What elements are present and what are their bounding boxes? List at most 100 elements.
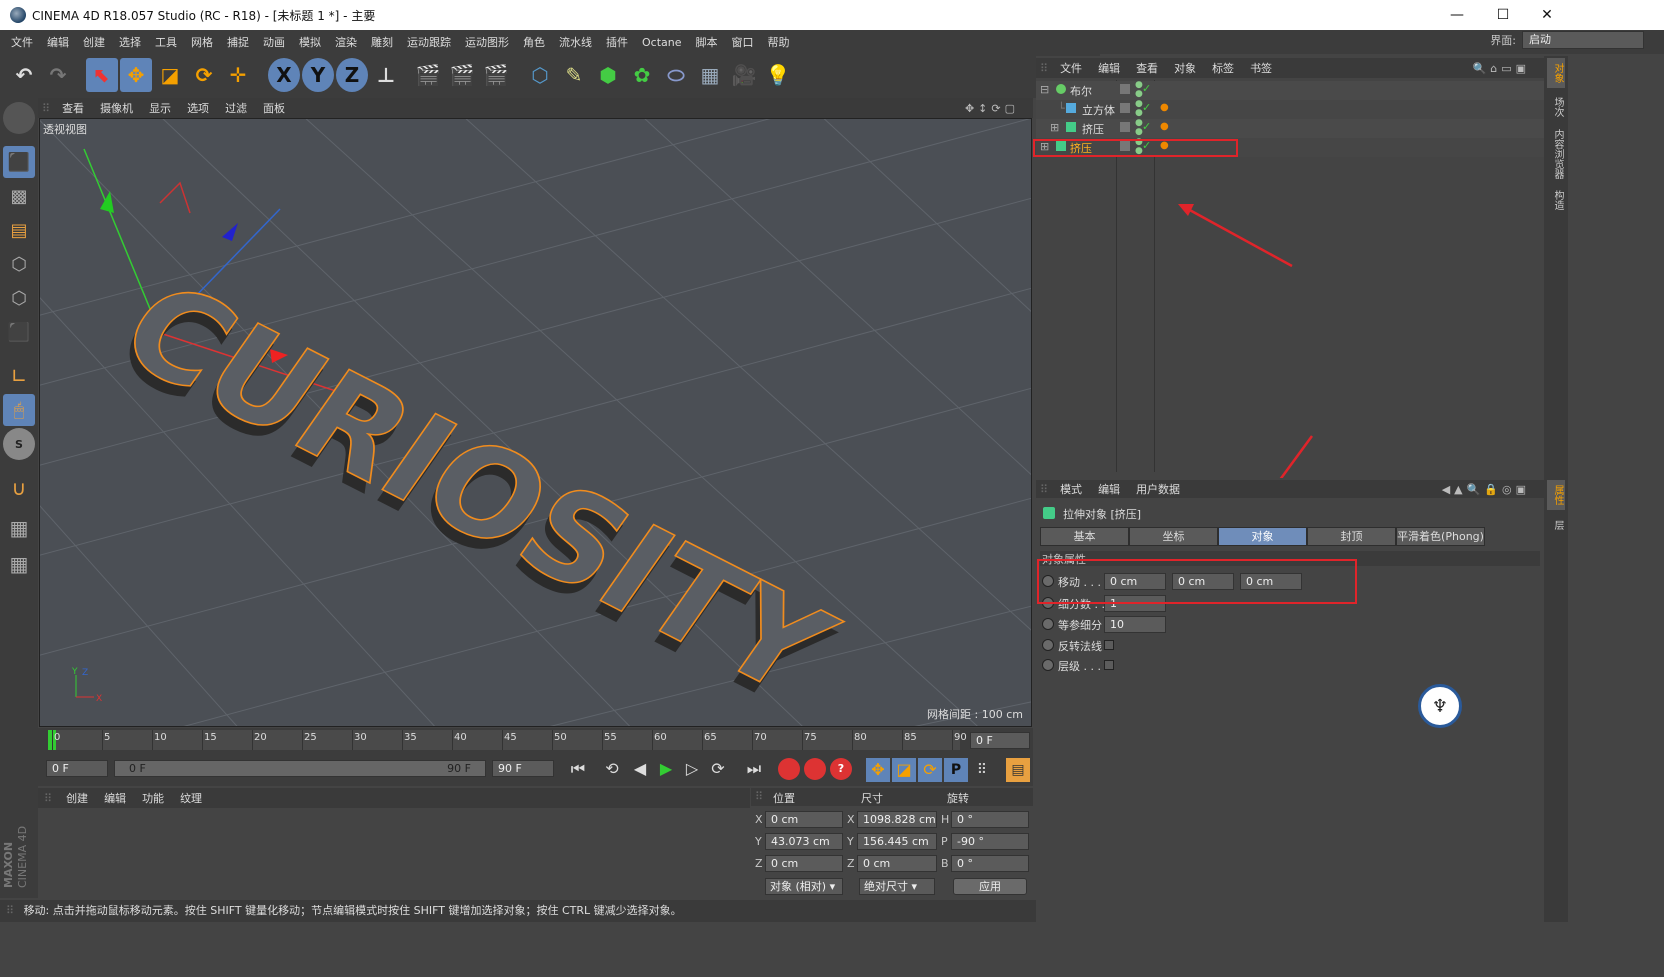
menu-help[interactable]: 帮助 [761, 34, 797, 50]
viewport-navigation-icons[interactable]: ✥↕⟳▢ [957, 102, 1027, 115]
object-name[interactable]: 挤压 [1082, 121, 1104, 137]
play-icon[interactable]: ▶ [652, 756, 680, 782]
drag-handle-icon[interactable]: ⠿ [38, 792, 58, 805]
menu-script[interactable]: 脚本 [689, 34, 725, 50]
object-name[interactable]: 立方体 [1082, 102, 1115, 118]
mat-menu-texture[interactable]: 纹理 [172, 790, 210, 806]
om-menu-edit[interactable]: 编辑 [1090, 60, 1128, 76]
start-frame-field[interactable]: 0 F [46, 760, 108, 777]
menu-animate[interactable]: 动画 [256, 34, 292, 50]
points-mode-icon[interactable]: ⬡ [3, 248, 35, 280]
curiosity-3d-text[interactable]: CURIOSITY CURIOSITY [88, 254, 861, 727]
animate-flip-normals-radio[interactable] [1042, 639, 1054, 651]
axis-mode-icon[interactable]: ∟ [3, 360, 35, 392]
menu-pipeline[interactable]: 流水线 [552, 34, 599, 50]
menu-motion-tracker[interactable]: 运动跟踪 [400, 34, 458, 50]
rotation-h-field[interactable]: 0 ° [951, 811, 1029, 828]
tweak-mode-icon[interactable]: 🖱 [3, 394, 35, 426]
size-y-field[interactable]: 156.445 cm [857, 833, 937, 850]
size-z-field[interactable]: 0 cm [857, 855, 937, 872]
menu-simulate[interactable]: 模拟 [292, 34, 328, 50]
mat-menu-create[interactable]: 创建 [58, 790, 96, 806]
collapse-toggle[interactable]: ⊟ [1040, 83, 1049, 96]
menu-create[interactable]: 创建 [76, 34, 112, 50]
menu-character[interactable]: 角色 [516, 34, 552, 50]
key-parameter-icon[interactable]: P [944, 758, 968, 782]
scale-tool-icon[interactable]: ◪ [154, 58, 186, 92]
next-key-icon[interactable]: ⟳ [704, 756, 732, 782]
size-x-field[interactable]: 1098.828 cm [857, 811, 937, 828]
render-view-icon[interactable]: 🎬 [412, 58, 444, 92]
polygons-mode-icon[interactable]: ⬛ [3, 316, 35, 348]
texture-mode-icon[interactable]: ▩ [3, 180, 35, 212]
magnet-icon[interactable]: ∪ [3, 472, 35, 504]
viewport-menu-display[interactable]: 显示 [141, 100, 179, 116]
viewport-menu-filter[interactable]: 过滤 [217, 100, 255, 116]
om-menu-tags[interactable]: 标签 [1204, 60, 1242, 76]
layer-icon[interactable] [1120, 84, 1130, 94]
tab-object[interactable]: 对象 [1218, 527, 1307, 546]
menu-mograph[interactable]: 运动图形 [458, 34, 516, 50]
render-settings-icon[interactable]: 🎬 [480, 58, 512, 92]
om-menu-file[interactable]: 文件 [1052, 60, 1090, 76]
select-tool-icon[interactable]: ⬉ [86, 58, 118, 92]
close-button[interactable]: ✕ [1524, 0, 1570, 30]
maximize-button[interactable]: ☐ [1480, 0, 1526, 30]
edges-mode-icon[interactable]: ⬡ [3, 282, 35, 314]
menu-sculpt[interactable]: 雕刻 [364, 34, 400, 50]
position-z-field[interactable]: 0 cm [765, 855, 843, 872]
expand-toggle[interactable]: ⊞ [1050, 121, 1059, 134]
cube-icon[interactable]: ⬡ [524, 58, 556, 92]
next-frame-icon[interactable]: ▷ [678, 756, 706, 782]
drag-handle-icon[interactable]: ⠿ [755, 790, 763, 803]
deformer-icon[interactable]: ⬭ [660, 58, 692, 92]
pen-icon[interactable]: ✎ [558, 58, 590, 92]
keyframe-selection-icon[interactable]: ? [830, 758, 852, 780]
floor-icon[interactable]: ▦ [694, 58, 726, 92]
animate-hierarchical-radio[interactable] [1042, 659, 1054, 671]
go-to-end-icon[interactable]: ⏭ [740, 756, 768, 782]
material-tag-icon[interactable]: ● [1160, 121, 1169, 132]
om-menu-view[interactable]: 查看 [1128, 60, 1166, 76]
undo-icon[interactable]: ↶ [8, 58, 40, 92]
recent-tool-icon[interactable]: ✛ [222, 58, 254, 92]
menu-octane[interactable]: Octane [635, 36, 689, 49]
perspective-viewport[interactable]: CURIOSITY CURIOSITY Y X Z 透视视图 网格间距 : 10… [39, 118, 1032, 727]
viewport-menu-camera[interactable]: 摄像机 [92, 100, 141, 116]
light-icon[interactable]: 💡 [762, 58, 794, 92]
hierarchical-checkbox[interactable] [1104, 660, 1114, 670]
flip-normals-checkbox[interactable] [1104, 640, 1114, 650]
viewport-menu-panel[interactable]: 面板 [255, 100, 293, 116]
object-row[interactable]: ⊟ 布尔 ● ● ✓ [1036, 81, 1544, 100]
isoparm-field[interactable]: 10 [1104, 616, 1166, 633]
mat-menu-function[interactable]: 功能 [134, 790, 172, 806]
render-picture-viewer-icon[interactable]: 🎬 [446, 58, 478, 92]
previous-frame-icon[interactable]: ◀ [626, 756, 654, 782]
rotation-b-field[interactable]: 0 ° [951, 855, 1029, 872]
enabled-check-icon[interactable]: ✓ [1142, 82, 1151, 95]
layout-dropdown[interactable]: 启动 [1522, 31, 1644, 49]
dock-tab-layers[interactable]: 层 [1547, 514, 1565, 536]
position-x-field[interactable]: 0 cm [765, 811, 843, 828]
drag-handle-icon[interactable]: ⠿ [1036, 483, 1052, 496]
lock-workplane-icon[interactable]: ▦ [3, 512, 35, 544]
object-row[interactable]: ⊞ 挤压 ● ● ✓ ● [1036, 119, 1544, 138]
go-to-start-icon[interactable]: ⏮ [564, 756, 592, 782]
menu-plugins[interactable]: 插件 [599, 34, 635, 50]
enabled-check-icon[interactable]: ✓ [1142, 101, 1151, 114]
tab-caps[interactable]: 封顶 [1307, 527, 1396, 546]
menu-tools[interactable]: 工具 [148, 34, 184, 50]
om-menu-bookmarks[interactable]: 书签 [1242, 60, 1280, 76]
cloner-icon[interactable]: ✿ [626, 58, 658, 92]
snap-icon[interactable]: S [3, 428, 35, 460]
om-menu-objects[interactable]: 对象 [1166, 60, 1204, 76]
key-pla-icon[interactable]: ⠿ [970, 758, 994, 782]
rotation-p-field[interactable]: -90 ° [951, 833, 1029, 850]
move-tool-icon[interactable]: ✥ [120, 58, 152, 92]
position-y-field[interactable]: 43.073 cm [765, 833, 843, 850]
menu-render[interactable]: 渲染 [328, 34, 364, 50]
dock-tab-structure[interactable]: 构造 [1547, 186, 1565, 214]
menu-select[interactable]: 选择 [112, 34, 148, 50]
enabled-check-icon[interactable]: ✓ [1142, 120, 1151, 133]
autokey-icon[interactable] [804, 758, 826, 780]
